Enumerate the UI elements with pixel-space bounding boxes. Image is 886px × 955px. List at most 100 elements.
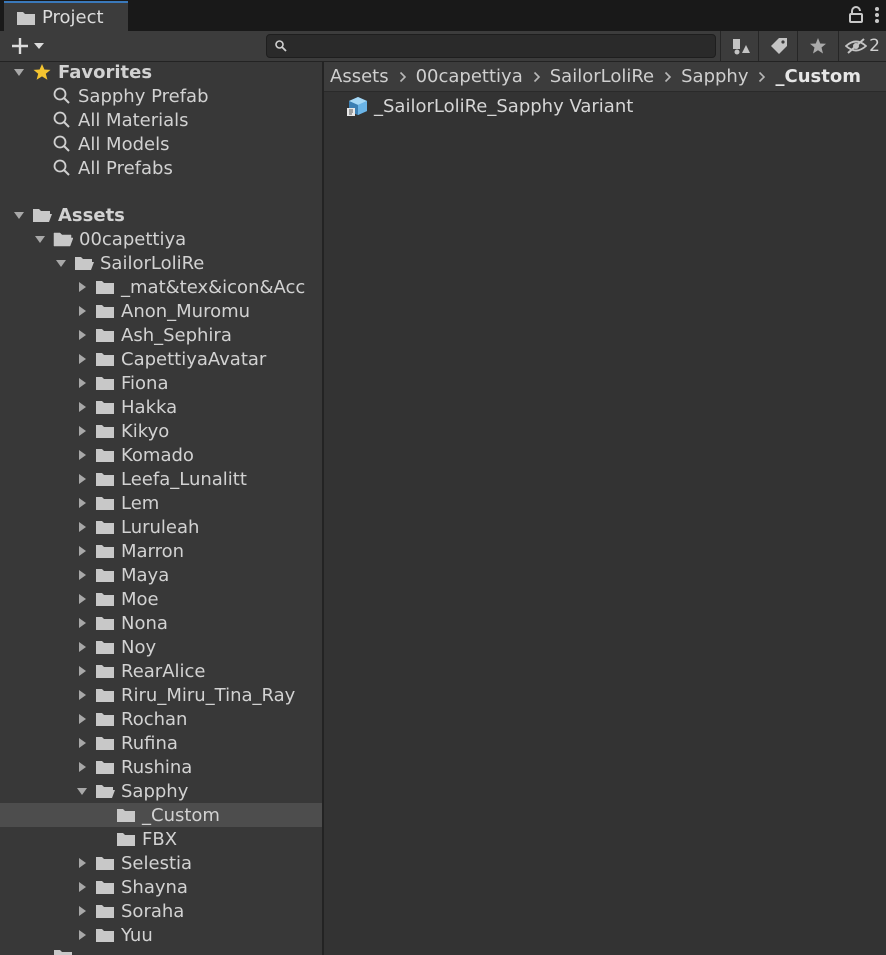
- tree-item-folder[interactable]: RearAlice: [0, 659, 322, 683]
- favorite-item[interactable]: All Models: [0, 132, 322, 156]
- expand-arrow-icon[interactable]: [75, 328, 89, 342]
- expand-arrow-icon[interactable]: [75, 352, 89, 366]
- tree-item-folder[interactable]: _mat&tex&icon&Acc: [0, 275, 322, 299]
- lock-icon[interactable]: [848, 6, 864, 24]
- expand-arrow-icon[interactable]: [33, 232, 47, 246]
- favorite-item[interactable]: All Prefabs: [0, 156, 322, 180]
- expand-arrow-icon[interactable]: [75, 520, 89, 534]
- expand-arrow-icon[interactable]: [75, 496, 89, 510]
- tree-item-folder[interactable]: CapettiyaAvatar: [0, 347, 322, 371]
- folder-icon: [95, 374, 115, 392]
- tree-item-folder[interactable]: Ash_Sephira: [0, 323, 322, 347]
- prefab-variant-icon: [347, 97, 367, 116]
- tree-item-folder[interactable]: Rufina: [0, 731, 322, 755]
- tree-item-folder[interactable]: Moe: [0, 587, 322, 611]
- assets-header[interactable]: Assets: [0, 203, 322, 227]
- expand-arrow-icon[interactable]: [75, 424, 89, 438]
- expand-arrow-icon[interactable]: [12, 208, 26, 222]
- folder-icon: [95, 518, 115, 536]
- expand-arrow-icon[interactable]: [75, 376, 89, 390]
- tree-item-folder[interactable]: Hakka: [0, 395, 322, 419]
- tree-item-label: Fiona: [121, 372, 169, 394]
- tree-item-folder[interactable]: Riru_Miru_Tina_Ray: [0, 683, 322, 707]
- kebab-menu-icon[interactable]: [874, 6, 880, 24]
- favorite-item-label: All Prefabs: [78, 157, 173, 179]
- tree-item-folder[interactable]: Marron: [0, 539, 322, 563]
- breadcrumb-item[interactable]: _Custom: [775, 66, 860, 87]
- tree-item-folder[interactable]: Soraha: [0, 899, 322, 923]
- tree-item-folder[interactable]: Kikyo: [0, 419, 322, 443]
- hidden-count-badge: 2: [869, 36, 880, 56]
- tree-item-folder[interactable]: Maya: [0, 563, 322, 587]
- folder-icon: [95, 566, 115, 584]
- expand-arrow-icon[interactable]: [75, 784, 89, 798]
- folder-tree[interactable]: Favorites Sapphy Prefab All Materials All …: [0, 62, 322, 955]
- expand-arrow-icon[interactable]: [75, 664, 89, 678]
- expand-arrow-icon[interactable]: [75, 616, 89, 630]
- search-by-type-button[interactable]: [720, 31, 760, 61]
- tree-item-folder[interactable]: Rushina: [0, 755, 322, 779]
- tree-item-folder[interactable]: Nona: [0, 611, 322, 635]
- breadcrumb-item[interactable]: SailorLoliRe: [550, 66, 654, 87]
- search-input[interactable]: [293, 36, 703, 56]
- tree-item-folder[interactable]: Fiona: [0, 371, 322, 395]
- folder-icon: [95, 422, 115, 440]
- tree-item-label: Leefa_Lunalitt: [121, 468, 247, 490]
- expand-arrow-icon[interactable]: [75, 904, 89, 918]
- tree-item-child-folder[interactable]: _Custom: [0, 803, 322, 827]
- breadcrumb-item[interactable]: 00capettiya: [416, 66, 523, 87]
- tree-item-partial[interactable]: [0, 944, 322, 955]
- favorite-item-label: All Materials: [78, 109, 189, 131]
- tree-item-folder[interactable]: Anon_Muromu: [0, 299, 322, 323]
- expand-arrow-icon[interactable]: [75, 472, 89, 486]
- expand-arrow-icon[interactable]: [75, 592, 89, 606]
- tree-item-folder[interactable]: Selestia: [0, 851, 322, 875]
- save-to-favorites-button[interactable]: [797, 31, 837, 61]
- tree-item-folder[interactable]: Leefa_Lunalitt: [0, 467, 322, 491]
- expand-arrow-icon[interactable]: [75, 568, 89, 582]
- expand-arrow-icon[interactable]: [54, 256, 68, 270]
- tree-item-label: Yuu: [121, 924, 153, 946]
- tree-item-folder[interactable]: Komado: [0, 443, 322, 467]
- asset-item[interactable]: _SailorLoliRe_Sapphy Variant: [346, 94, 633, 118]
- tree-item-folder[interactable]: Shayna: [0, 875, 322, 899]
- expand-arrow-icon[interactable]: [75, 880, 89, 894]
- expand-arrow-icon[interactable]: [75, 400, 89, 414]
- search-icon: [52, 159, 72, 177]
- expand-arrow-icon[interactable]: [75, 688, 89, 702]
- expand-arrow-icon[interactable]: [75, 712, 89, 726]
- favorite-item[interactable]: All Materials: [0, 108, 322, 132]
- breadcrumb-item[interactable]: Sapphy: [681, 66, 748, 87]
- tree-item-label: Nona: [121, 612, 168, 634]
- expand-arrow-icon[interactable]: [75, 640, 89, 654]
- asset-content-pane[interactable]: Assets 00capettiya SailorLoliRe Sapphy _Cust…: [324, 62, 886, 955]
- tree-item-folder[interactable]: Rochan: [0, 707, 322, 731]
- expand-arrow-icon[interactable]: [75, 856, 89, 870]
- tree-item-sub-folder[interactable]: SailorLoliRe: [0, 251, 322, 275]
- favorites-header[interactable]: Favorites: [0, 62, 322, 84]
- tree-item-folder[interactable]: Noy: [0, 635, 322, 659]
- tree-item-child-folder[interactable]: FBX: [0, 827, 322, 851]
- search-by-type-icon: [732, 39, 750, 55]
- expand-arrow-icon[interactable]: [75, 280, 89, 294]
- chevron-right-icon: [758, 71, 766, 83]
- expand-arrow-icon[interactable]: [75, 736, 89, 750]
- expand-arrow-icon[interactable]: [75, 448, 89, 462]
- favorite-item[interactable]: Sapphy Prefab: [0, 84, 322, 108]
- tab-project[interactable]: Project: [4, 1, 128, 32]
- tree-item-root-folder[interactable]: 00capettiya: [0, 227, 322, 251]
- expand-arrow-icon[interactable]: [75, 928, 89, 942]
- expand-arrow-icon[interactable]: [75, 760, 89, 774]
- tree-item-folder[interactable]: Lem: [0, 491, 322, 515]
- search-by-label-button[interactable]: [758, 31, 798, 61]
- expand-arrow-icon[interactable]: [75, 304, 89, 318]
- breadcrumb-item[interactable]: Assets: [330, 66, 389, 87]
- search-field[interactable]: [266, 34, 716, 58]
- create-button[interactable]: [10, 34, 58, 58]
- tree-item-folder[interactable]: Luruleah: [0, 515, 322, 539]
- hidden-packages-button[interactable]: 2: [838, 31, 886, 61]
- expand-arrow-icon[interactable]: [75, 544, 89, 558]
- expand-arrow-icon[interactable]: [12, 65, 26, 79]
- tree-item-expanded-folder[interactable]: Sapphy: [0, 779, 322, 803]
- tree-item-label: _mat&tex&icon&Acc: [121, 276, 306, 298]
